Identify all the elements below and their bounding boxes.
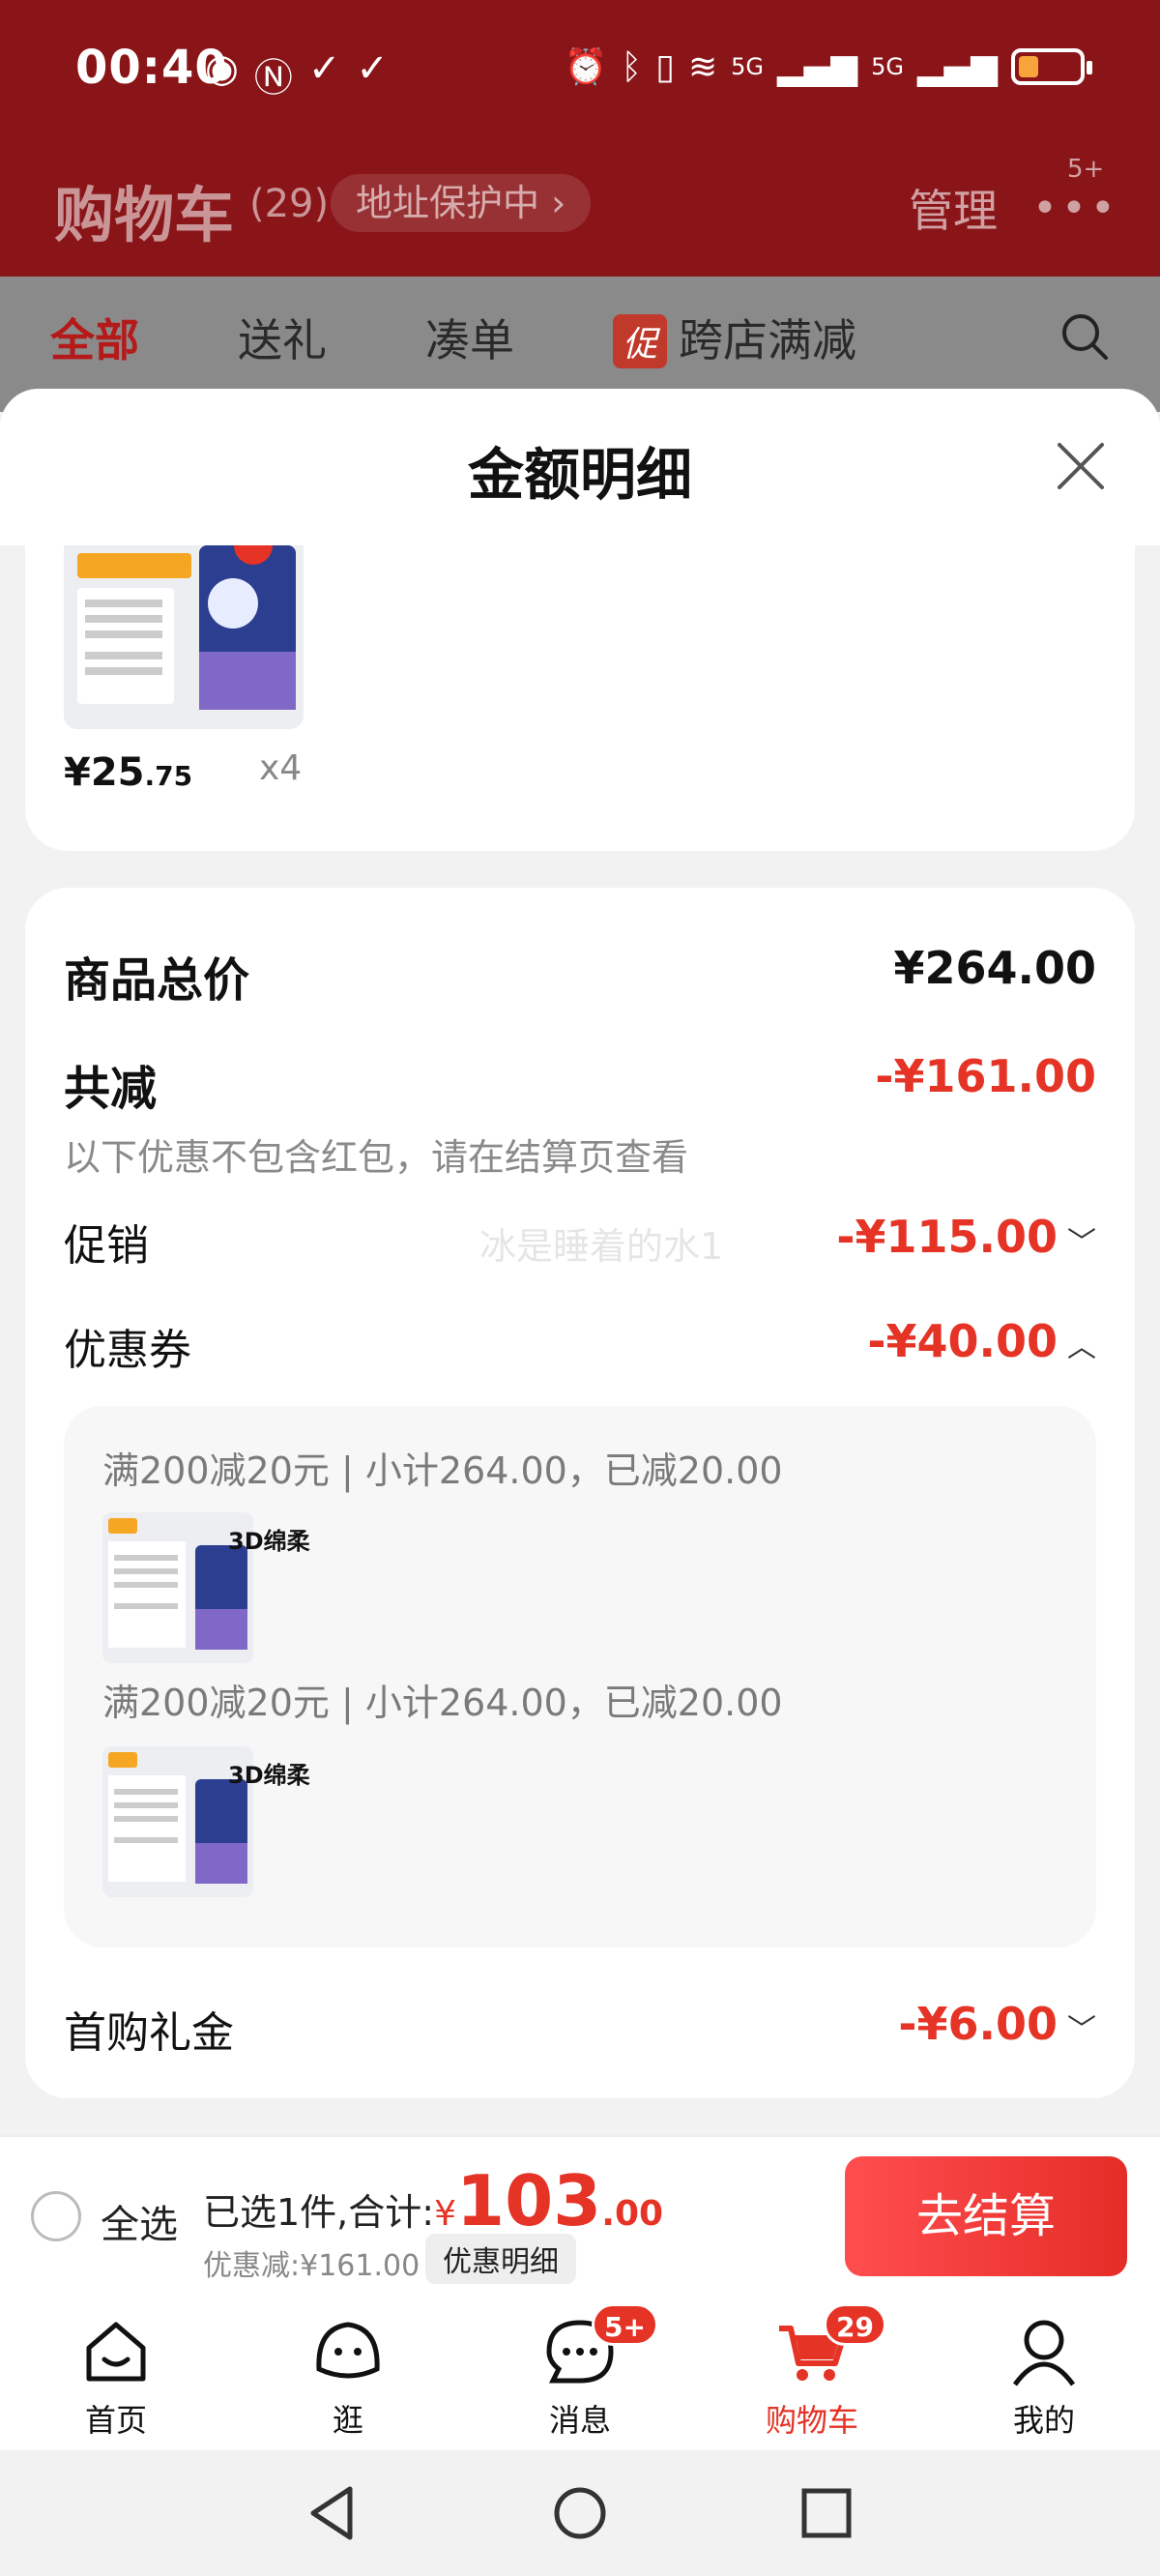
signal-icon: ▂▄▆ (916, 46, 998, 87)
vibrate-icon: ▯ (655, 46, 675, 87)
network-label: 5G (871, 53, 904, 80)
more-icon[interactable]: ••• (1032, 184, 1119, 233)
amount-detail-sheet: 金额明细 ¥25.75 x4 商品总价 ¥264.00 共减 -¥161.00 … (0, 389, 1160, 2135)
coupon-item-text: 满200减20元 | 小计264.00，已减20.00 (102, 1682, 783, 1724)
discount-detail-button[interactable]: 优惠明细 (425, 2234, 576, 2284)
product-image[interactable] (64, 545, 304, 729)
status-bar: 00:40 ◉ Ⓝ ✓ ✓ ⏰ ᛒ ▯ ≋ 5G ▂▄▆ 5G ▂▄▆ (0, 0, 1160, 145)
alarm-icon: ⏰ (564, 47, 608, 87)
total-amount: ¥264.00 (893, 942, 1096, 994)
tab-messages-label: 消息 (548, 2402, 611, 2439)
filter-cross-store-label: 跨店满减 (679, 314, 857, 366)
product-price: ¥25.75 (64, 750, 192, 795)
tab-home[interactable]: 首页 (39, 2315, 193, 2441)
coupon-item-text: 满200减20元 | 小计264.00，已减20.00 (102, 1449, 783, 1492)
manage-button[interactable]: 管理 (909, 176, 998, 240)
tab-cart-label: 购物车 (765, 2402, 858, 2439)
more-badge: 5+ (1067, 155, 1105, 184)
app-notification-icon: ✓ (307, 46, 341, 91)
network-label: 5G (731, 53, 764, 80)
total-decimal: .00 (601, 2194, 664, 2234)
selected-prefix: 已选1件,合计: (203, 2191, 435, 2234)
tab-browse-label: 逛 (332, 2402, 363, 2439)
tab-me[interactable]: 我的 (967, 2315, 1121, 2441)
checkout-button[interactable]: 去结算 (845, 2156, 1127, 2276)
promotion-row[interactable]: 促销 冰是睡着的水1 -¥115.00 ﹀ (64, 1211, 1096, 1273)
filter-all[interactable]: 全部 (50, 306, 139, 369)
sheet-header: 金额明细 (0, 389, 1160, 545)
address-protection-pill[interactable]: 地址保护中 › (331, 174, 592, 232)
coupon-amount-value: -¥40.00 (867, 1315, 1058, 1367)
select-all-checkbox[interactable] (31, 2191, 81, 2241)
cart-icon: 29 (775, 2303, 886, 2388)
system-navigation-bar (0, 2450, 1160, 2576)
coupon-amount: -¥40.00 ︿ (867, 1315, 1096, 1367)
home-icon (79, 2315, 153, 2388)
promotion-amount: -¥115.00 ﹀ (836, 1211, 1096, 1263)
messages-badge: 5+ (592, 2303, 658, 2346)
product-card: ¥25.75 x4 (25, 545, 1135, 851)
home-button-icon[interactable] (546, 2479, 614, 2547)
filter-cross-store[interactable]: 促跨店满减 (613, 306, 856, 369)
cart-title-row: 购物车 (29) 地址保护中 › 管理 ••• 5+ (0, 155, 1160, 251)
filter-bundle[interactable]: 凑单 (425, 306, 514, 369)
reduction-note: 以下优惠不包含红包，请在结算页查看 (64, 1136, 689, 1179)
product-price-dec: .75 (144, 760, 193, 792)
status-left-icons: ◉ Ⓝ ✓ ✓ (205, 46, 389, 102)
tab-browse[interactable]: 逛 (271, 2315, 425, 2441)
promo-tag: 促 (613, 314, 668, 368)
reduction-amount: -¥161.00 (875, 1050, 1096, 1102)
chevron-up-icon: ︿ (1067, 1331, 1096, 1364)
coupon-item-thumb-text: 3D绵柔 (228, 1762, 310, 1789)
coupon-row[interactable]: 优惠券 -¥40.00 ︿ (64, 1315, 1096, 1377)
tab-messages[interactable]: 5+ 消息 (503, 2303, 658, 2441)
close-icon[interactable] (1054, 439, 1108, 493)
signal-icon: ▂▄▆ (777, 46, 858, 87)
status-right-icons: ⏰ ᛒ ▯ ≋ 5G ▂▄▆ 5G ▂▄▆ (564, 46, 1092, 87)
app-notification-icon: ✓ (356, 46, 389, 91)
watermark-text: 冰是睡着的水1 (479, 1225, 724, 1268)
cart-badge: 29 (824, 2303, 886, 2346)
message-icon: 5+ (543, 2303, 658, 2388)
tab-home-label: 首页 (84, 2402, 147, 2439)
chevron-down-icon: ﹀ (1067, 2013, 1096, 2047)
back-icon[interactable] (300, 2479, 367, 2547)
promotion-amount-value: -¥115.00 (836, 1211, 1058, 1263)
battery-icon (1011, 48, 1092, 85)
product-quantity: x4 (259, 748, 303, 788)
checkout-bar: 全选 已选1件,合计:¥103.00 优惠减:¥161.00 优惠明细 去结算 (0, 2135, 1160, 2294)
cart-count: (29) (249, 182, 330, 226)
total-row: 商品总价 ¥264.00 (64, 942, 1096, 1010)
sheet-title: 金额明细 (467, 442, 692, 508)
checkout-summary: 已选1件,合计:¥103.00 (203, 2160, 663, 2241)
bluetooth-icon: ᛒ (621, 46, 643, 87)
filter-gift[interactable]: 送礼 (238, 306, 327, 369)
first-purchase-amount: -¥6.00 ﹀ (898, 1998, 1096, 2050)
tab-cart[interactable]: 29 购物车 (735, 2303, 889, 2441)
amount-summary-card: 商品总价 ¥264.00 共减 -¥161.00 以下优惠不包含红包，请在结算页… (25, 888, 1135, 2098)
total-integer: 103 (455, 2160, 602, 2241)
product-price-int: ¥25 (64, 750, 145, 795)
coupon-details: 满200减20元 | 小计264.00，已减20.00 3D绵柔 满200减20… (64, 1406, 1096, 1947)
eye-icon: ◉ (205, 46, 239, 91)
cart-title: 购物车 (54, 180, 235, 250)
bottom-tab-bar: 首页 逛 5+ 消息 29 购物车 我的 (0, 2294, 1160, 2450)
search-icon[interactable] (1059, 311, 1110, 362)
profile-icon (1007, 2315, 1081, 2388)
browse-icon (311, 2315, 385, 2388)
reduction-row: 共减 -¥161.00 以下优惠不包含红包，请在结算页查看 (64, 1050, 1096, 1179)
first-purchase-row[interactable]: 首购礼金 -¥6.00 ﹀ (64, 1998, 1096, 2060)
select-all-label[interactable]: 全选 (101, 2193, 178, 2249)
first-purchase-amount-value: -¥6.00 (898, 1998, 1058, 2050)
tab-me-label: 我的 (1012, 2402, 1075, 2439)
recents-icon[interactable] (793, 2479, 860, 2547)
nfc-icon: Ⓝ (253, 56, 293, 101)
chevron-down-icon: ﹀ (1067, 1226, 1096, 1260)
wifi-icon: ≋ (687, 46, 718, 87)
coupon-item-thumb-text: 3D绵柔 (228, 1528, 310, 1555)
currency-symbol: ¥ (434, 2194, 456, 2234)
discount-total: 优惠减:¥161.00 (203, 2249, 420, 2283)
